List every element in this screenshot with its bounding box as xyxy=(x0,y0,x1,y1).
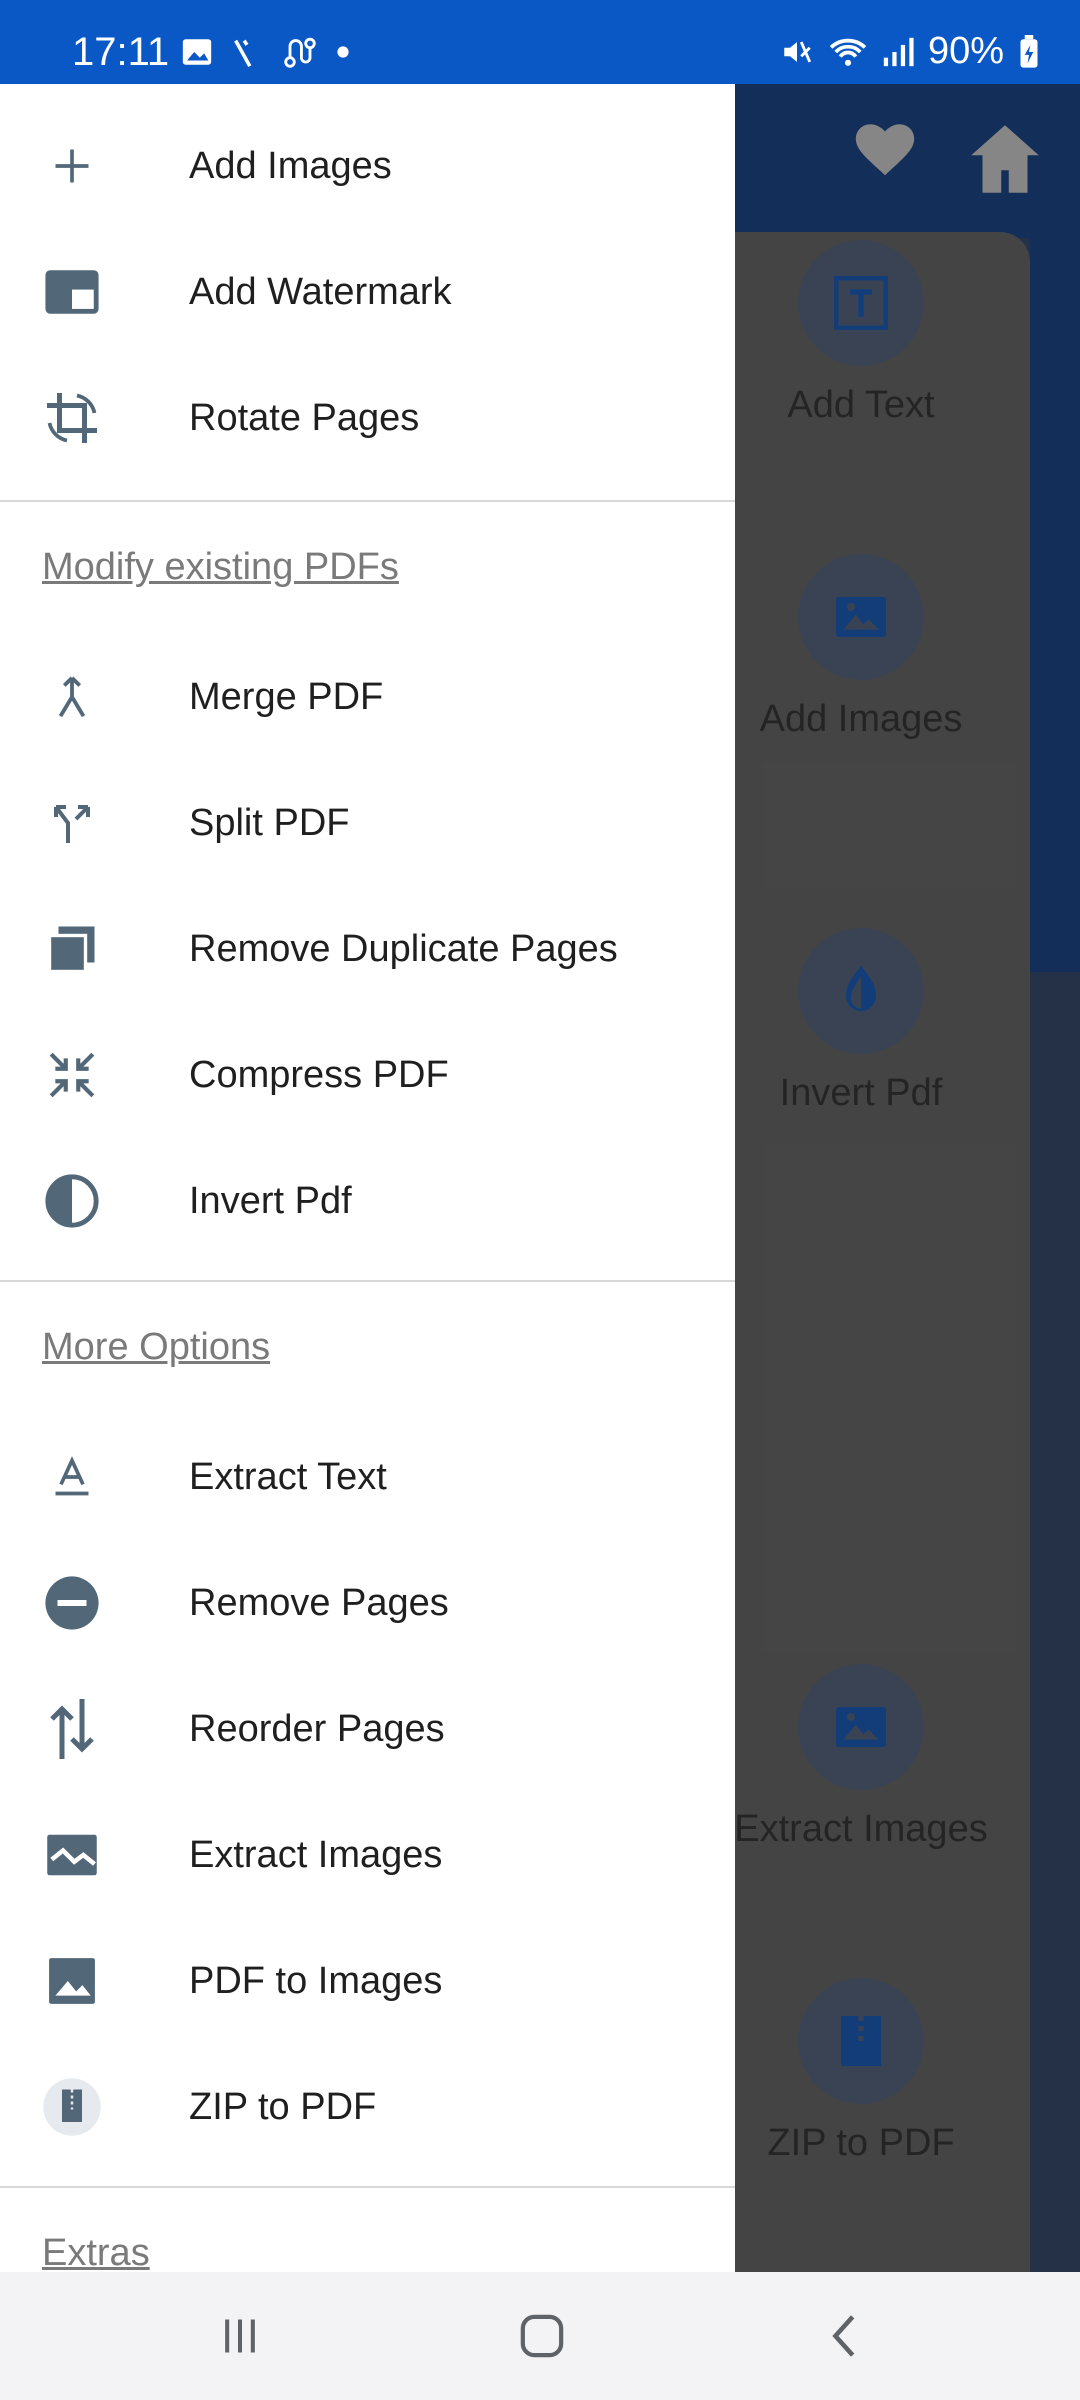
menu-item-label: Remove Pages xyxy=(189,1581,449,1624)
image-icon xyxy=(42,1951,102,2011)
menu-item-rotate-pages[interactable]: Rotate Pages xyxy=(0,355,735,481)
status-icons-right: 90% xyxy=(780,30,1040,73)
menu-item-label: Merge PDF xyxy=(189,675,384,718)
minus-circle-icon xyxy=(42,1573,102,1633)
menu-item-extract-images[interactable]: Extract Images xyxy=(0,1792,735,1918)
menu-item-label: Invert Pdf xyxy=(189,1179,352,1222)
menu-item-add-images[interactable]: Add Images xyxy=(0,103,735,229)
divider xyxy=(0,1280,735,1282)
merge-icon xyxy=(42,667,102,727)
menu-item-label: Add Watermark xyxy=(189,270,452,313)
back-button[interactable] xyxy=(810,2306,880,2366)
battery-percent: 90% xyxy=(927,30,1004,72)
menu-item-label: ZIP to PDF xyxy=(189,2085,377,2128)
mute-icon xyxy=(784,41,811,62)
section-title-extras: Extras xyxy=(42,2232,150,2272)
menu-item-merge-pdf[interactable]: Merge PDF xyxy=(0,634,735,760)
cell-signal-icon xyxy=(883,37,914,66)
menu-item-reorder-pages[interactable]: Reorder Pages xyxy=(0,1666,735,1792)
status-bar: 17:11 90% xyxy=(0,0,1080,84)
section-title-modify: Modify existing PDFs xyxy=(42,546,399,588)
menu-item-add-watermark[interactable]: Add Watermark xyxy=(0,229,735,355)
text-format-icon xyxy=(42,1447,102,1507)
wifi-icon xyxy=(829,38,867,66)
menu-item-zip-to-pdf[interactable]: ZIP to PDF xyxy=(0,2044,735,2170)
menu-item-label: Add Images xyxy=(189,144,392,187)
divider xyxy=(0,2186,735,2188)
menu-item-invert-pdf[interactable]: Invert Pdf xyxy=(0,1138,735,1264)
split-icon xyxy=(42,793,102,853)
image-icon xyxy=(182,39,212,65)
navigation-drawer: Add Images Add Watermark Rotate Pages Mo… xyxy=(0,84,735,2272)
menu-item-split-pdf[interactable]: Split PDF xyxy=(0,760,735,886)
extract-image-icon xyxy=(42,1825,102,1885)
dot-icon xyxy=(337,46,349,58)
divider xyxy=(0,500,735,502)
menu-item-remove-duplicate-pages[interactable]: Remove Duplicate Pages xyxy=(0,886,735,1012)
home-button-icon xyxy=(520,2314,564,2358)
home-button[interactable] xyxy=(507,2306,577,2366)
reorder-arrows-icon xyxy=(42,1699,102,1759)
zip-icon xyxy=(42,2077,102,2137)
plus-icon xyxy=(42,136,102,196)
route-icon xyxy=(284,37,316,68)
menu-item-label: Extract Text xyxy=(189,1455,387,1498)
battery-charging-icon xyxy=(1020,34,1038,68)
menu-item-label: Extract Images xyxy=(189,1833,443,1876)
status-icons-left xyxy=(180,34,350,70)
menu-item-label: Reorder Pages xyxy=(189,1707,445,1750)
duplicate-pages-icon xyxy=(42,919,102,979)
watermark-icon xyxy=(42,262,102,322)
compress-icon xyxy=(42,1045,102,1105)
back-icon xyxy=(832,2315,855,2357)
menu-item-label: Remove Duplicate Pages xyxy=(189,927,618,970)
system-navigation-bar xyxy=(0,2272,1080,2400)
invert-icon xyxy=(42,1171,102,1231)
menu-item-label: Split PDF xyxy=(189,801,350,844)
recents-icon xyxy=(225,2319,255,2353)
rotate-icon xyxy=(42,388,102,448)
recents-button[interactable] xyxy=(205,2306,275,2366)
menu-item-extract-text[interactable]: Extract Text xyxy=(0,1414,735,1540)
menu-item-compress-pdf[interactable]: Compress PDF xyxy=(0,1012,735,1138)
menu-item-label: Compress PDF xyxy=(189,1053,449,1096)
menu-item-label: PDF to Images xyxy=(189,1959,443,2002)
section-title-more: More Options xyxy=(42,1326,271,1368)
menu-item-remove-pages[interactable]: Remove Pages xyxy=(0,1540,735,1666)
status-time: 17:11 xyxy=(72,30,170,74)
signal-slash-icon xyxy=(234,39,252,68)
menu-item-pdf-to-images[interactable]: PDF to Images xyxy=(0,1918,735,2044)
menu-item-label: Rotate Pages xyxy=(189,396,420,439)
